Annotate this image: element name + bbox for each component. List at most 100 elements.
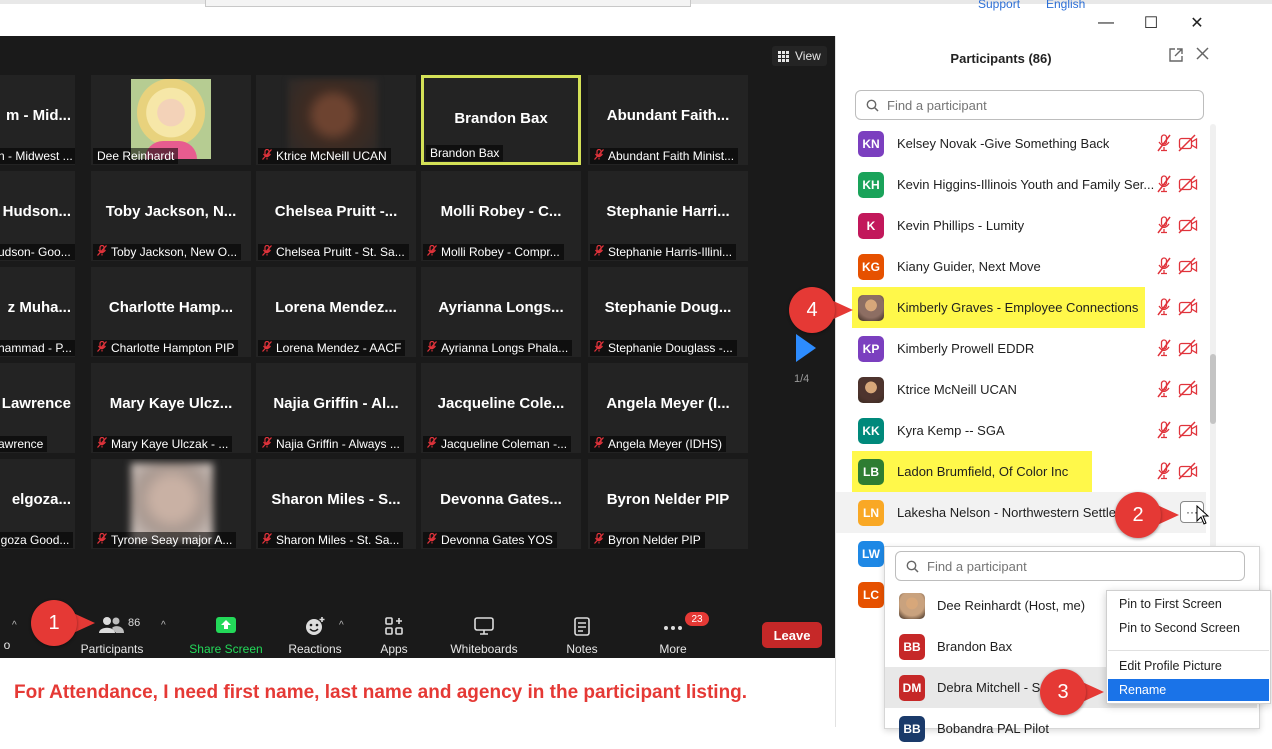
video-tile[interactable]: Najia Griffin - Al... Najia Griffin - Alw… <box>256 363 416 453</box>
view-button[interactable]: View <box>772 46 827 66</box>
video-tile[interactable]: z Muha... hammad - P... <box>0 267 75 357</box>
participant-avatar: KN <box>858 131 884 157</box>
participant-search-input-secondary[interactable] <box>925 557 1209 575</box>
video-tile[interactable]: Toby Jackson, N... Toby Jackson, New O... <box>91 171 251 261</box>
close-panel-icon[interactable] <box>1196 47 1209 65</box>
participant-row[interactable]: Kimberly Graves - Employee Connections <box>836 287 1206 328</box>
audio-caret-icon[interactable]: ^ <box>12 620 17 631</box>
video-tile[interactable]: Abundant Faith... Abundant Faith Minist..… <box>588 75 748 165</box>
whiteboards-button[interactable]: Whiteboards <box>446 616 522 656</box>
video-tile[interactable]: Jacqueline Cole... Jacqueline Coleman -..… <box>421 363 581 453</box>
menu-pin-first-screen[interactable]: Pin to First Screen <box>1108 593 1269 615</box>
muted-mic-icon <box>594 532 604 547</box>
muted-mic-icon <box>97 436 107 451</box>
tile-display-name: Chelsea Pruitt -... <box>274 203 398 220</box>
tile-display-name: Najia Griffin - Al... <box>273 395 399 412</box>
search-icon <box>906 560 919 573</box>
participant-row[interactable]: K Kevin Phillips - Lumity <box>836 205 1206 246</box>
muted-mic-icon <box>594 244 604 259</box>
participants-caret-icon[interactable]: ^ <box>161 620 166 631</box>
participant-avatar: KK <box>858 418 884 444</box>
participant-row[interactable]: LB Ladon Brumfield, Of Color Inc <box>836 451 1206 492</box>
support-link[interactable]: Support <box>978 0 1020 11</box>
grid-icon <box>778 50 789 62</box>
video-tile[interactable]: Chelsea Pruitt -... Chelsea Pruitt - St. … <box>256 171 416 261</box>
menu-divider <box>1108 650 1269 651</box>
menu-edit-profile-picture[interactable]: Edit Profile Picture <box>1108 655 1269 677</box>
mic-off-icon <box>1156 257 1172 280</box>
minimize-button[interactable]: — <box>1092 12 1120 34</box>
apps-button[interactable]: Apps <box>372 616 416 656</box>
video-tile[interactable]: Devonna Gates... Devonna Gates YOS <box>421 459 581 549</box>
participant-name: Ktrice McNeill UCAN <box>897 382 1017 397</box>
share-screen-button[interactable]: Share Screen <box>188 616 264 656</box>
participant-row[interactable]: KK Kyra Kemp -- SGA <box>836 410 1206 451</box>
participant-search[interactable] <box>855 90 1204 120</box>
participant-row[interactable]: Ktrice McNeill UCAN <box>836 369 1206 410</box>
video-tile[interactable]: Byron Nelder PIP Byron Nelder PIP <box>588 459 748 549</box>
mic-off-icon <box>1156 175 1172 198</box>
tile-display-name: Brandon Bax <box>454 110 548 127</box>
participant-search-secondary[interactable] <box>895 551 1245 581</box>
camera-off-icon <box>1178 134 1198 157</box>
video-tile[interactable]: Stephanie Doug... Stephanie Douglass -... <box>588 267 748 357</box>
tile-name-label: hammad - P... <box>0 340 75 356</box>
maximize-button[interactable]: ☐ <box>1137 12 1165 34</box>
video-tile[interactable]: Stephanie Harri... Stephanie Harris-Illin… <box>588 171 748 261</box>
tile-display-name: Mary Kaye Ulcz... <box>109 395 233 412</box>
popout-icon[interactable] <box>1169 48 1183 67</box>
video-tile[interactable]: elgoza... lgoza Good... <box>0 459 75 549</box>
tile-name-label: Najia Griffin - Always ... <box>258 436 404 452</box>
leave-button[interactable]: Leave <box>762 622 822 648</box>
video-tile[interactable]: Brandon Bax Brandon Bax <box>421 75 581 165</box>
camera-off-icon <box>1178 380 1198 403</box>
apps-label: Apps <box>380 642 408 656</box>
video-tile[interactable]: Lawrence awrence <box>0 363 75 453</box>
video-tile[interactable]: Hudson... udson- Goo... <box>0 171 75 261</box>
background-window-edge <box>205 0 691 7</box>
video-tile[interactable]: Molli Robey - C... Molli Robey - Compr... <box>421 171 581 261</box>
participant-row[interactable]: KN Kelsey Novak -Give Something Back <box>836 123 1206 164</box>
video-tile[interactable]: m - Mid... n - Midwest ... <box>0 75 75 165</box>
participant-row[interactable]: KP Kimberly Prowell EDDR <box>836 328 1206 369</box>
mouse-cursor-icon <box>1196 505 1210 525</box>
close-window-button[interactable]: ✕ <box>1183 12 1211 34</box>
participant-search-input[interactable] <box>885 96 1169 114</box>
video-tile[interactable]: Ayrianna Longs... Ayrianna Longs Phala... <box>421 267 581 357</box>
tile-name-label: Dee Reinhardt <box>93 148 179 164</box>
tile-name-label: Abundant Faith Minist... <box>590 148 739 164</box>
participant-avatar: LC <box>858 582 884 608</box>
video-tile[interactable]: Dee Reinhardt <box>91 75 251 165</box>
muted-mic-icon <box>594 340 604 355</box>
notes-icon <box>560 616 604 638</box>
participant-row[interactable]: KG Kiany Guider, Next Move <box>836 246 1206 287</box>
video-tile[interactable]: Charlotte Hamp... Charlotte Hampton PIP <box>91 267 251 357</box>
reactions-button[interactable]: Reactions <box>285 616 345 656</box>
tile-name-label: Mary Kaye Ulczak - ... <box>93 436 233 452</box>
menu-pin-second-screen[interactable]: Pin to Second Screen <box>1108 617 1269 639</box>
participant-context-menu: Pin to First Screen Pin to Second Screen… <box>1106 590 1271 704</box>
participant-row-secondary[interactable]: BB Bobandra PAL Pilot <box>885 708 1257 749</box>
next-page-arrow-icon[interactable] <box>796 334 816 362</box>
scrollbar-thumb[interactable] <box>1210 354 1216 424</box>
video-tile[interactable]: Tyrone Seay major A... <box>91 459 251 549</box>
participant-row[interactable]: KH Kevin Higgins-Illinois Youth and Famil… <box>836 164 1206 205</box>
video-tile[interactable]: Angela Meyer (I... Angela Meyer (IDHS) <box>588 363 748 453</box>
notes-button[interactable]: Notes <box>560 616 604 656</box>
video-button-partial[interactable]: o <box>0 638 14 652</box>
reactions-caret-icon[interactable]: ^ <box>339 620 344 631</box>
video-tile[interactable]: Lorena Mendez... Lorena Mendez - AACF <box>256 267 416 357</box>
participant-photo <box>131 463 213 543</box>
mic-off-icon <box>1156 298 1172 321</box>
participant-name: Kyra Kemp -- SGA <box>897 423 1005 438</box>
tile-display-name: Byron Nelder PIP <box>606 491 730 508</box>
video-tile[interactable]: Ktrice McNeill UCAN <box>256 75 416 165</box>
language-link[interactable]: English <box>1046 0 1085 11</box>
muted-mic-icon <box>262 532 272 547</box>
tile-name-label: Molli Robey - Compr... <box>423 244 564 260</box>
video-tile[interactable]: Mary Kaye Ulcz... Mary Kaye Ulczak - ... <box>91 363 251 453</box>
video-tile[interactable]: Sharon Miles - S... Sharon Miles - St. Sa… <box>256 459 416 549</box>
participant-list-scrollbar[interactable] <box>1210 124 1216 548</box>
tile-name-label: Tyrone Seay major A... <box>93 532 237 548</box>
menu-rename[interactable]: Rename <box>1108 679 1269 701</box>
